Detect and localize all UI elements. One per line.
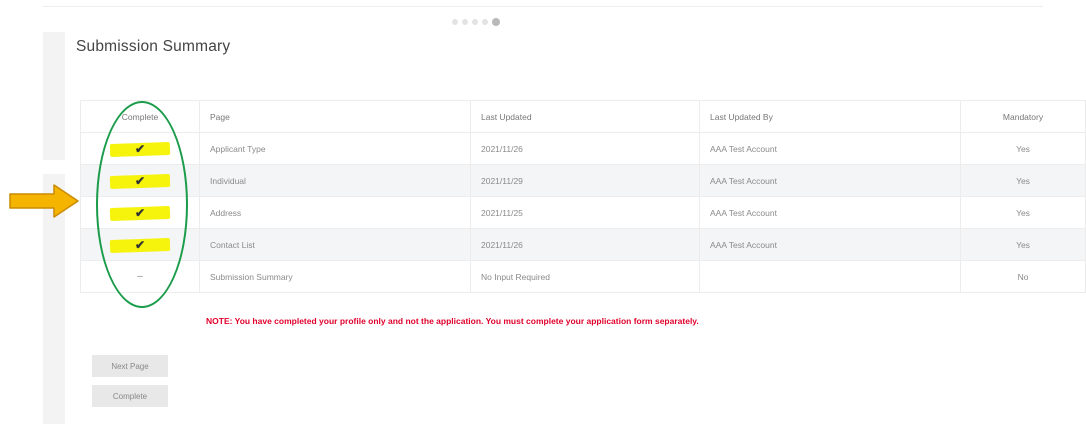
mandatory-cell: Yes bbox=[960, 164, 1086, 197]
orange-arrow-annotation-icon bbox=[9, 184, 79, 218]
checkmark-icon: ✔ bbox=[134, 173, 146, 188]
table-row[interactable]: ✔ Contact List 2021/11/26 AAA Test Accou… bbox=[80, 228, 1086, 261]
step-dot-5-active[interactable] bbox=[492, 18, 500, 26]
complete-cell: ✔ bbox=[80, 132, 200, 165]
checkmark-icon: ✔ bbox=[134, 141, 146, 156]
mandatory-cell: Yes bbox=[960, 132, 1086, 165]
check-highlight: ✔ bbox=[109, 236, 171, 254]
page-cell[interactable]: Address bbox=[199, 196, 471, 229]
column-header-last-updated: Last Updated bbox=[470, 100, 700, 133]
last-updated-by-cell: AAA Test Account bbox=[699, 132, 961, 165]
complete-cell: – bbox=[80, 260, 200, 293]
last-updated-by-cell: AAA Test Account bbox=[699, 228, 961, 261]
checkmark-icon: ✔ bbox=[134, 205, 146, 220]
step-dot-2[interactable] bbox=[462, 19, 468, 25]
mandatory-cell: Yes bbox=[960, 228, 1086, 261]
page-title: Submission Summary bbox=[76, 38, 231, 55]
page-cell[interactable]: Individual bbox=[199, 164, 471, 197]
column-header-mandatory: Mandatory bbox=[960, 100, 1086, 133]
next-page-button[interactable]: Next Page bbox=[92, 355, 168, 377]
left-gutter bbox=[43, 32, 65, 424]
not-applicable-dash-icon: – bbox=[137, 271, 143, 282]
column-header-complete: Complete bbox=[80, 100, 200, 133]
submission-summary-table: Complete Page Last Updated Last Updated … bbox=[80, 100, 1086, 293]
last-updated-cell: No Input Required bbox=[470, 260, 700, 293]
table-row[interactable]: – Submission Summary No Input Required N… bbox=[80, 260, 1086, 293]
last-updated-by-cell: AAA Test Account bbox=[699, 196, 961, 229]
step-dot-4[interactable] bbox=[482, 19, 488, 25]
page-cell[interactable]: Contact List bbox=[199, 228, 471, 261]
column-header-last-updated-by: Last Updated By bbox=[699, 100, 961, 133]
step-dot-3[interactable] bbox=[472, 19, 478, 25]
complete-button[interactable]: Complete bbox=[92, 385, 168, 407]
profile-note-warning: NOTE: You have completed your profile on… bbox=[206, 316, 699, 326]
checkmark-icon: ✔ bbox=[134, 237, 146, 252]
page-cell[interactable]: Applicant Type bbox=[199, 132, 471, 165]
complete-cell: ✔ bbox=[80, 228, 200, 261]
complete-cell: ✔ bbox=[80, 196, 200, 229]
last-updated-by-cell bbox=[699, 260, 961, 293]
check-highlight: ✔ bbox=[109, 140, 171, 158]
table-row[interactable]: ✔ Individual 2021/11/29 AAA Test Account… bbox=[80, 164, 1086, 197]
table-header-row: Complete Page Last Updated Last Updated … bbox=[80, 100, 1086, 133]
table-row[interactable]: ✔ Address 2021/11/25 AAA Test Account Ye… bbox=[80, 196, 1086, 229]
last-updated-cell: 2021/11/26 bbox=[470, 228, 700, 261]
check-highlight: ✔ bbox=[109, 204, 171, 222]
check-highlight: ✔ bbox=[109, 172, 171, 190]
gutter-notch bbox=[43, 160, 65, 174]
last-updated-cell: 2021/11/29 bbox=[470, 164, 700, 197]
last-updated-by-cell: AAA Test Account bbox=[699, 164, 961, 197]
mandatory-cell: Yes bbox=[960, 196, 1086, 229]
complete-cell: ✔ bbox=[80, 164, 200, 197]
page-cell[interactable]: Submission Summary bbox=[199, 260, 471, 293]
table-row[interactable]: ✔ Applicant Type 2021/11/26 AAA Test Acc… bbox=[80, 132, 1086, 165]
top-divider bbox=[43, 6, 1043, 7]
step-dot-1[interactable] bbox=[452, 19, 458, 25]
column-header-page: Page bbox=[199, 100, 471, 133]
progress-stepper bbox=[452, 18, 500, 26]
last-updated-cell: 2021/11/25 bbox=[470, 196, 700, 229]
last-updated-cell: 2021/11/26 bbox=[470, 132, 700, 165]
mandatory-cell: No bbox=[960, 260, 1086, 293]
